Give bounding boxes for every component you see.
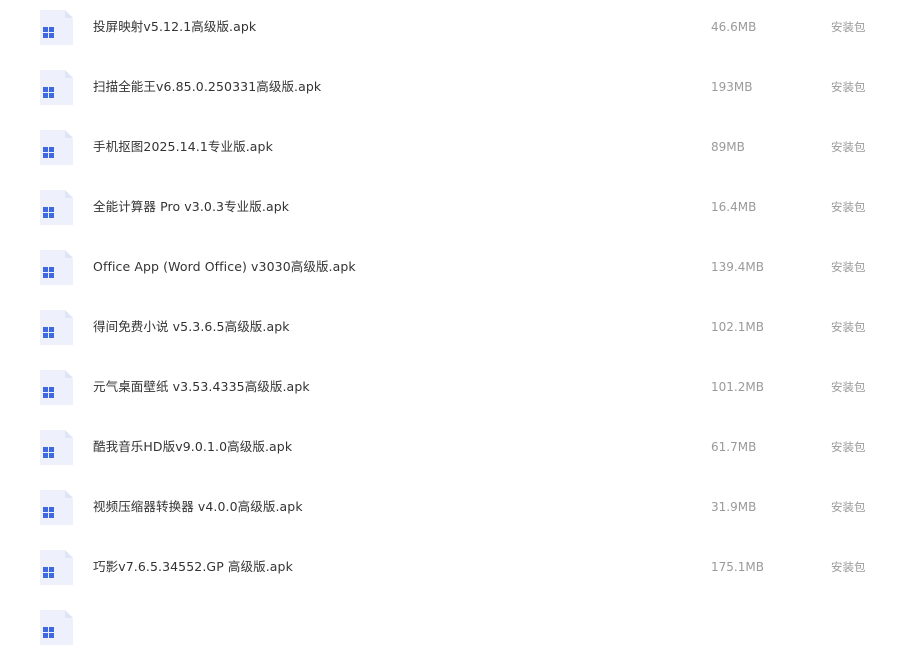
- file-type: 安装包: [831, 440, 866, 454]
- apk-file-icon: [38, 429, 75, 467]
- file-row[interactable]: 扫描全能王v6.85.0.250331高级版.apk 193MB 安装包: [0, 57, 912, 117]
- file-type: 安装包: [831, 560, 866, 574]
- file-type: 安装包: [831, 200, 866, 214]
- file-type: 安装包: [831, 140, 866, 154]
- apk-file-icon: [38, 9, 75, 47]
- apk-file-icon: [38, 189, 75, 227]
- file-name[interactable]: 全能计算器 Pro v3.0.3专业版.apk: [93, 177, 289, 237]
- file-size: 89MB: [711, 140, 745, 154]
- file-row[interactable]: [0, 597, 912, 657]
- apk-file-icon: [38, 369, 75, 407]
- file-size: 139.4MB: [711, 260, 764, 274]
- file-list: 投屏映射v5.12.1高级版.apk 46.6MB 安装包 扫描全能王v6.85.0.…: [0, 0, 912, 645]
- file-size: 175.1MB: [711, 560, 764, 574]
- apk-file-icon: [38, 249, 75, 287]
- apk-file-icon: [38, 489, 75, 527]
- file-size: 193MB: [711, 80, 753, 94]
- file-type: 安装包: [831, 260, 866, 274]
- apk-file-icon: [38, 309, 75, 347]
- file-row[interactable]: 得间免费小说 v5.3.6.5高级版.apk 102.1MB 安装包: [0, 297, 912, 357]
- apk-file-icon: [38, 129, 75, 167]
- file-name[interactable]: 酷我音乐HD版v9.0.1.0高级版.apk: [93, 417, 292, 477]
- file-name[interactable]: 巧影v7.6.5.34552.GP 高级版.apk: [93, 537, 293, 597]
- file-name[interactable]: 扫描全能王v6.85.0.250331高级版.apk: [93, 57, 321, 117]
- file-type: 安装包: [831, 380, 866, 394]
- file-size: 61.7MB: [711, 440, 757, 454]
- apk-file-icon: [38, 69, 75, 107]
- file-size: 102.1MB: [711, 320, 764, 334]
- file-size: 16.4MB: [711, 200, 757, 214]
- file-name[interactable]: Office App (Word Office) v3030高级版.apk: [93, 237, 356, 297]
- file-size: 31.9MB: [711, 500, 757, 514]
- file-row[interactable]: 元气桌面壁纸 v3.53.4335高级版.apk 101.2MB 安装包: [0, 357, 912, 417]
- file-size: 101.2MB: [711, 380, 764, 394]
- apk-file-icon: [38, 609, 75, 647]
- file-name[interactable]: 视频压缩器转换器 v4.0.0高级版.apk: [93, 477, 303, 537]
- file-type: 安装包: [831, 80, 866, 94]
- file-name[interactable]: 元气桌面壁纸 v3.53.4335高级版.apk: [93, 357, 310, 417]
- file-row[interactable]: 视频压缩器转换器 v4.0.0高级版.apk 31.9MB 安装包: [0, 477, 912, 537]
- file-name[interactable]: 手机抠图2025.14.1专业版.apk: [93, 117, 273, 177]
- file-name[interactable]: 投屏映射v5.12.1高级版.apk: [93, 0, 256, 57]
- file-row[interactable]: 全能计算器 Pro v3.0.3专业版.apk 16.4MB 安装包: [0, 177, 912, 237]
- file-type: 安装包: [831, 500, 866, 514]
- file-type: 安装包: [831, 20, 866, 34]
- file-row[interactable]: 巧影v7.6.5.34552.GP 高级版.apk 175.1MB 安装包: [0, 537, 912, 597]
- file-row[interactable]: 手机抠图2025.14.1专业版.apk 89MB 安装包: [0, 117, 912, 177]
- file-size: 46.6MB: [711, 20, 757, 34]
- file-row[interactable]: 投屏映射v5.12.1高级版.apk 46.6MB 安装包: [0, 0, 912, 57]
- file-type: 安装包: [831, 320, 866, 334]
- file-name[interactable]: 得间免费小说 v5.3.6.5高级版.apk: [93, 297, 290, 357]
- file-row[interactable]: 酷我音乐HD版v9.0.1.0高级版.apk 61.7MB 安装包: [0, 417, 912, 477]
- apk-file-icon: [38, 549, 75, 587]
- file-row[interactable]: Office App (Word Office) v3030高级版.apk 139…: [0, 237, 912, 297]
